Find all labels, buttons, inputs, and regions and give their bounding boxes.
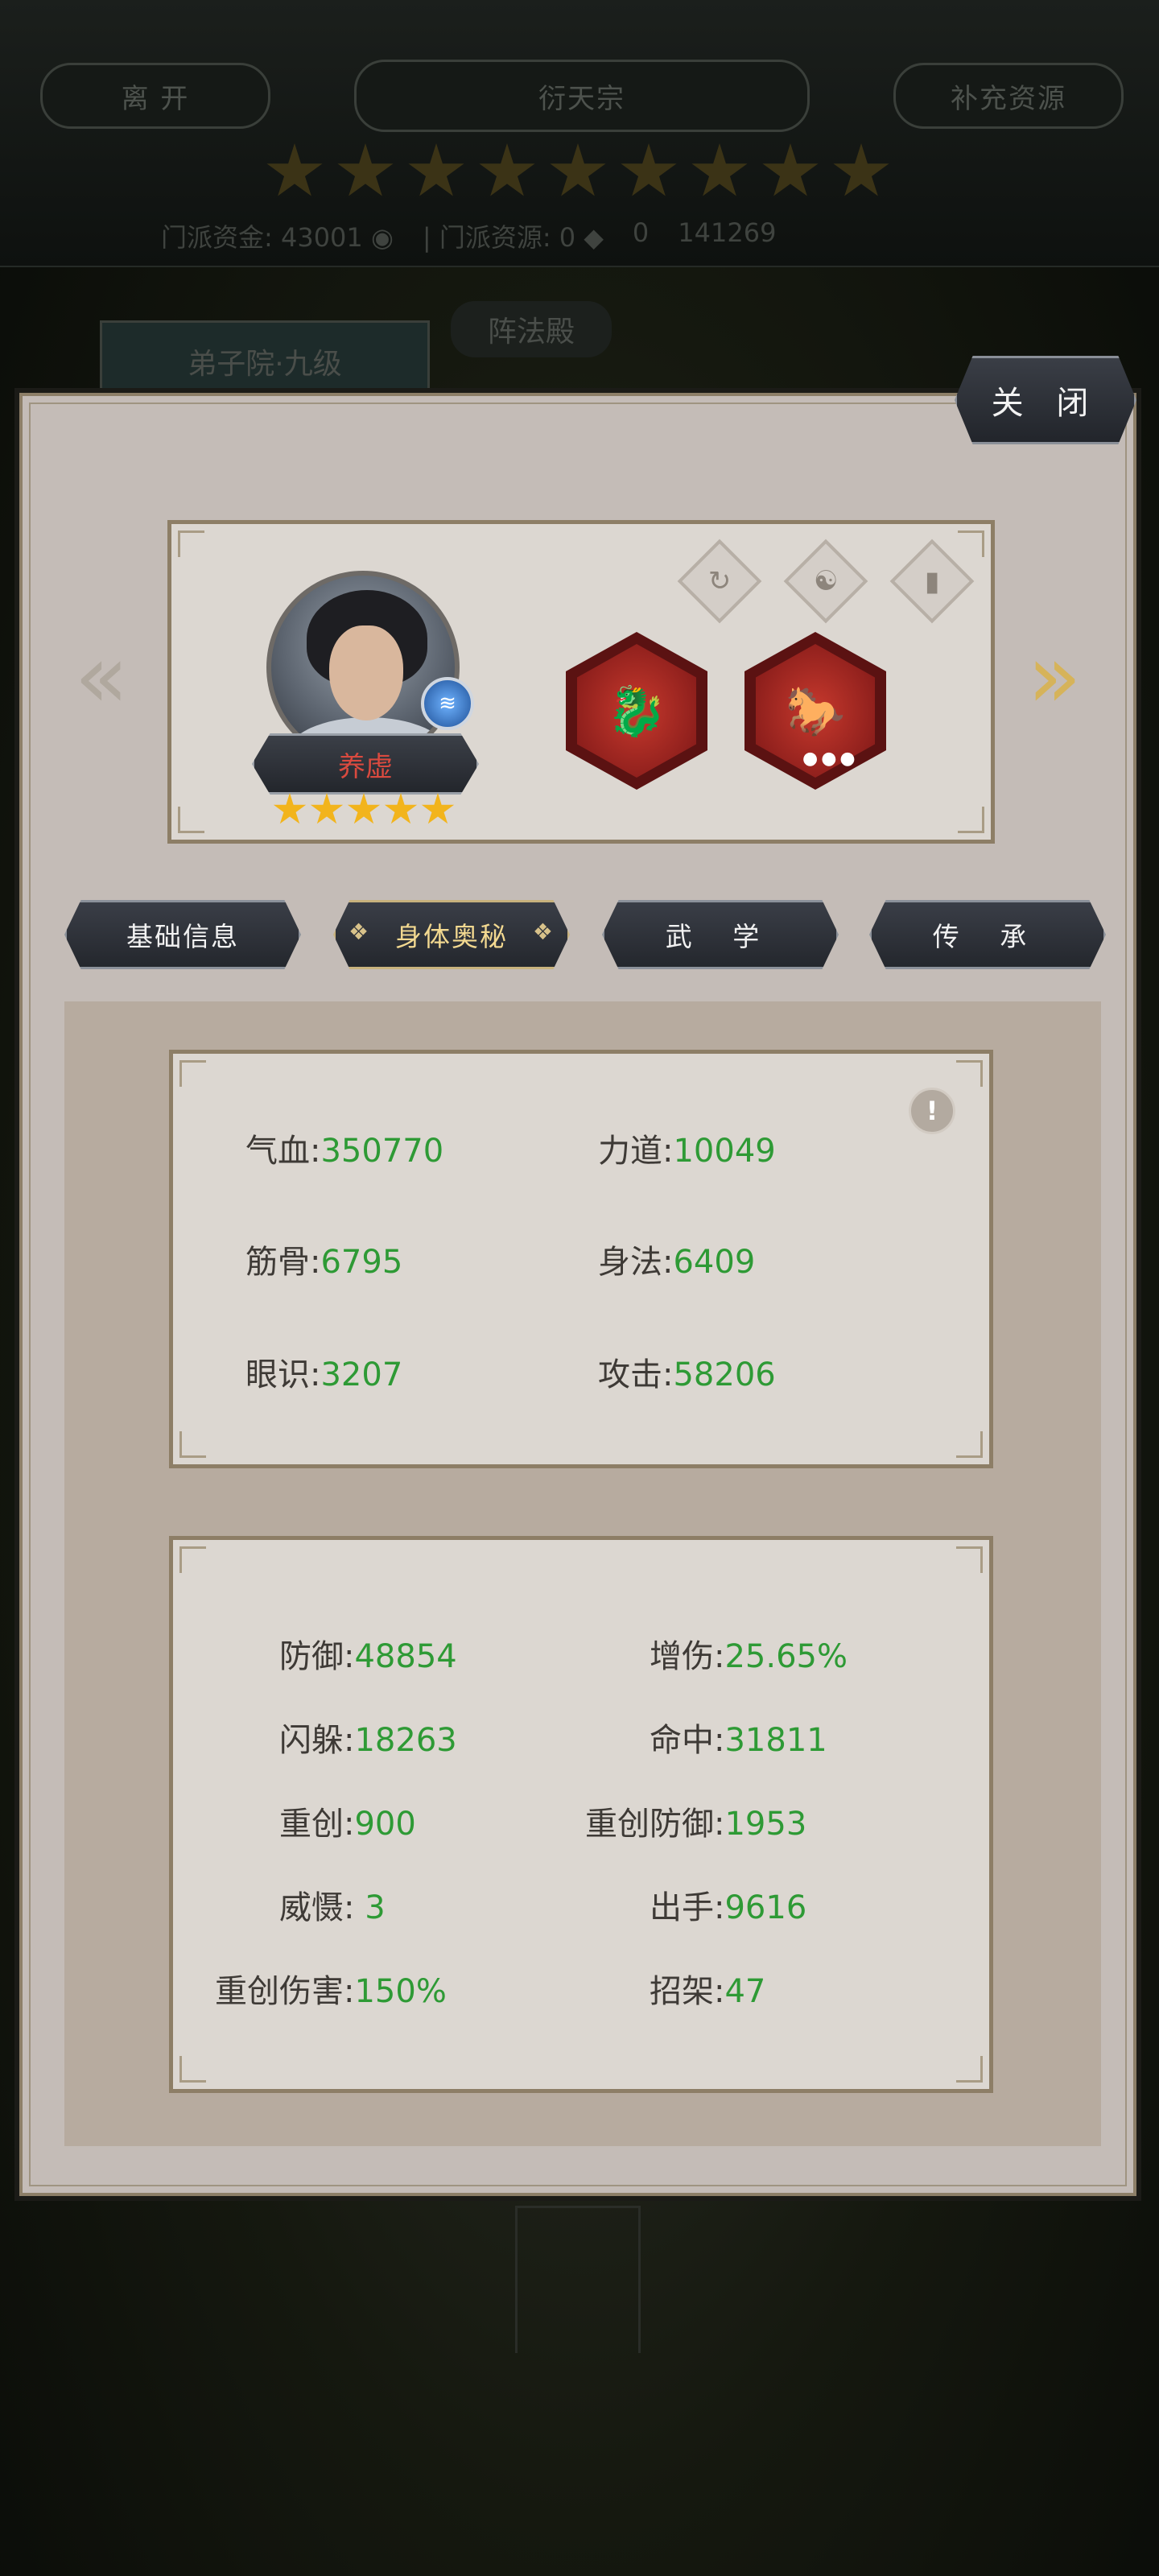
tab-body-secrets[interactable]: 身体奥秘 bbox=[333, 900, 570, 969]
close-button[interactable]: 关 闭 bbox=[955, 356, 1136, 444]
stat-strength: 力道:10049 bbox=[598, 1133, 776, 1170]
corner-ornament bbox=[958, 807, 984, 833]
corner-ornament bbox=[956, 1546, 983, 1573]
more-dots-icon: ●●● bbox=[802, 749, 859, 769]
stat-speed: 出手:9616 bbox=[650, 1889, 807, 1926]
star-icon bbox=[833, 143, 889, 196]
leave-button: 离 开 bbox=[40, 63, 270, 129]
stat-awe: 威慑: 3 bbox=[279, 1889, 386, 1926]
mount-slot[interactable]: 🐎 ●●● bbox=[744, 632, 886, 790]
school-badge-icon: ≋ bbox=[421, 677, 474, 730]
base-stats-card: ! 气血:350770 力道:10049 筋骨:6795 身法:6409 眼识:… bbox=[169, 1050, 993, 1468]
corner-ornament bbox=[179, 1431, 206, 1458]
stat-hp: 气血:350770 bbox=[245, 1133, 444, 1170]
stat-defense: 防御:48854 bbox=[279, 1638, 457, 1675]
corner-ornament bbox=[956, 2056, 983, 2083]
corner-ornament bbox=[179, 1546, 206, 1573]
sect-stars bbox=[266, 143, 890, 201]
weapon-slot[interactable]: 🐉 bbox=[566, 632, 707, 790]
tab-inheritance[interactable]: 传 承 bbox=[869, 900, 1106, 969]
star-icon bbox=[310, 793, 344, 824]
star-icon bbox=[762, 143, 819, 196]
supply-resource-button: 补充资源 bbox=[893, 63, 1124, 129]
corner-ornament bbox=[956, 1431, 983, 1458]
star-icon bbox=[347, 793, 381, 824]
star-icon bbox=[384, 793, 418, 824]
hero-stars bbox=[273, 793, 455, 827]
hero-card: ≋ 养虚 🐉 🐎 ●●● ↻ ☯ ▮ bbox=[167, 520, 995, 844]
next-hero-arrow-icon[interactable]: » bbox=[1022, 628, 1087, 724]
corner-ornament bbox=[178, 530, 204, 557]
resource-row: 门派资金: 43001 ◉ | 门派资源: 0 ◆ 0 141269 bbox=[161, 217, 776, 254]
sect-resource: | 门派资源: 0 ◆ bbox=[422, 222, 604, 253]
info-icon[interactable]: ! bbox=[909, 1088, 955, 1134]
combat-stats-card: 防御:48854 增伤:25.65% 闪躲:18263 命中:31811 重创:… bbox=[169, 1536, 993, 2093]
refresh-icon[interactable]: ↻ bbox=[677, 539, 762, 624]
tab-basic-info[interactable]: 基础信息 bbox=[64, 900, 301, 969]
resource-three: 0 bbox=[632, 217, 650, 248]
star-icon bbox=[621, 143, 677, 196]
avatar-face bbox=[329, 625, 403, 720]
hero-name: 养虚 bbox=[252, 733, 479, 795]
stat-attack: 攻击:58206 bbox=[598, 1356, 776, 1393]
stat-bone: 筋骨:6795 bbox=[245, 1244, 403, 1281]
stat-insight: 眼识:3207 bbox=[245, 1356, 403, 1393]
sect-funds: 门派资金: 43001 ◉ bbox=[161, 222, 394, 253]
corner-ornament bbox=[178, 807, 204, 833]
sect-name: 衍天宗 bbox=[354, 60, 810, 132]
resource-four: 141269 bbox=[678, 217, 777, 248]
corner-ornament bbox=[956, 1060, 983, 1087]
stat-crit-damage: 重创伤害:150% bbox=[215, 1973, 447, 2010]
formation-hall-tab: 阵法殿 bbox=[451, 301, 612, 357]
top-bar: 离 开 衍天宗 补充资源 门派资金: 43001 ◉ | 门派资源: 0 ◆ 0… bbox=[0, 0, 1159, 267]
hero-detail-panel: ≋ 养虚 🐉 🐎 ●●● ↻ ☯ ▮ 基础信息 身体奥秘 武 学 传 承 ! 气… bbox=[19, 393, 1136, 2196]
stat-crit: 重创:900 bbox=[279, 1806, 416, 1843]
star-icon bbox=[266, 143, 323, 196]
star-icon bbox=[337, 143, 394, 196]
stat-crit-defense: 重创防御:1953 bbox=[585, 1806, 807, 1843]
star-icon bbox=[550, 143, 606, 196]
star-icon bbox=[273, 793, 307, 824]
corner-ornament bbox=[958, 530, 984, 557]
stat-agility: 身法:6409 bbox=[598, 1244, 756, 1281]
star-icon bbox=[691, 143, 748, 196]
background-temple bbox=[515, 2206, 641, 2353]
stat-hit: 命中:31811 bbox=[650, 1722, 827, 1759]
stat-damage-bonus: 增伤:25.65% bbox=[650, 1638, 848, 1675]
corner-ornament bbox=[179, 1060, 206, 1087]
stat-dodge: 闪躲:18263 bbox=[279, 1722, 457, 1759]
stat-parry: 招架:47 bbox=[650, 1973, 766, 2010]
corner-ornament bbox=[179, 2056, 206, 2083]
prev-hero-arrow-icon[interactable]: « bbox=[69, 628, 134, 724]
yin-yang-icon[interactable]: ☯ bbox=[783, 539, 868, 624]
tab-martial-arts[interactable]: 武 学 bbox=[602, 900, 839, 969]
star-icon bbox=[479, 143, 535, 196]
star-icon bbox=[421, 793, 455, 824]
disciple-hall-tab: 弟子院·九级 bbox=[100, 320, 430, 402]
star-icon bbox=[408, 143, 464, 196]
dragon-weapon-icon: 🐉 bbox=[577, 644, 696, 778]
